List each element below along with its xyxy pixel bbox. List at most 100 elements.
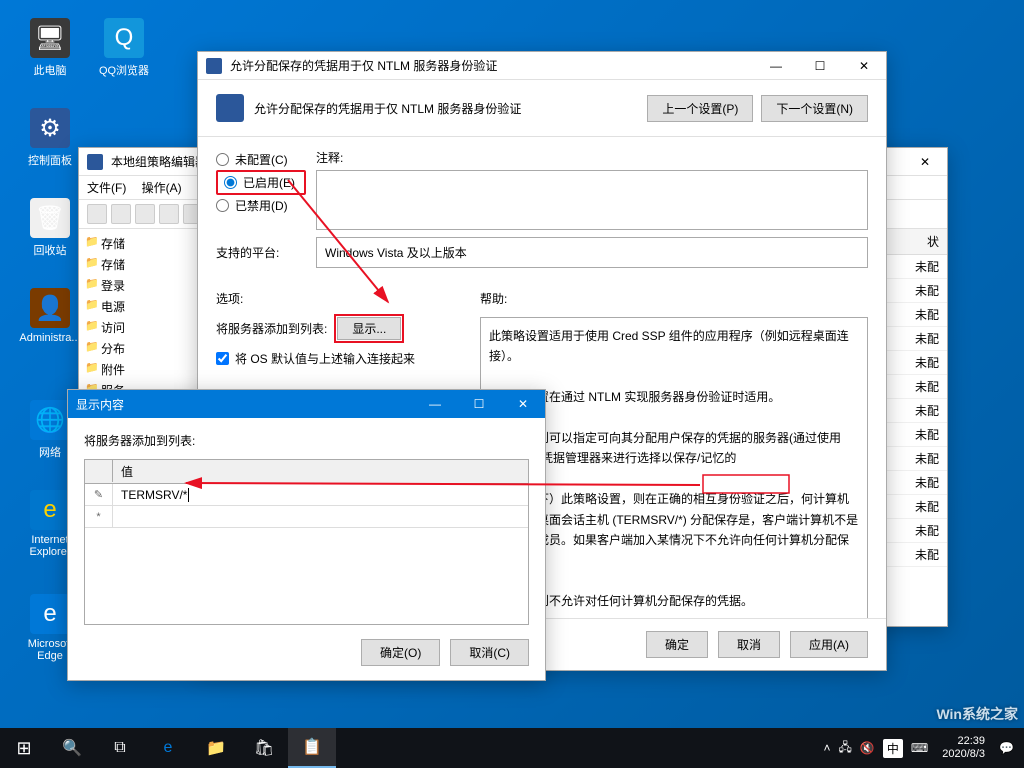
radio-label: 已禁用(D) (235, 197, 288, 214)
note-label: 注释: (316, 149, 868, 166)
gpedit-icon (87, 154, 103, 170)
desktop-icon-qq[interactable]: Q QQ浏览器 (88, 18, 160, 78)
policy-header: 允许分配保存的凭据用于仅 NTLM 服务器身份验证 上一个设置(P) 下一个设置… (198, 80, 886, 137)
panel-icon: ⚙ (30, 108, 70, 148)
radio-unconfigured[interactable]: 未配置(C) (216, 149, 306, 170)
tree-item[interactable]: 存储 (83, 254, 194, 275)
search-button[interactable]: 🔍 (48, 728, 96, 768)
close-button[interactable]: ✕ (501, 390, 545, 418)
clock-date: 2020/8/3 (942, 748, 985, 761)
apply-button[interactable]: 应用(A) (790, 631, 868, 658)
tree-item[interactable]: 电源 (83, 296, 194, 317)
maximize-button[interactable]: ☐ (798, 52, 842, 80)
clock[interactable]: 22:39 2020/8/3 (936, 735, 991, 761)
grid-cell[interactable] (113, 506, 528, 527)
tree-item[interactable]: 存储 (83, 233, 194, 254)
tree-item[interactable]: 分布 (83, 338, 194, 359)
col-header: 值 (113, 460, 528, 483)
value-grid[interactable]: 值 ✎ TERMSRV/* * (84, 459, 529, 625)
clock-time: 22:39 (942, 735, 985, 748)
desktop-icon-panel[interactable]: ⚙ 控制面板 (14, 108, 86, 168)
cancel-button[interactable]: 取消(C) (450, 639, 529, 666)
ie-icon: e (30, 490, 70, 530)
os-default-checkbox[interactable]: 将 OS 默认值与上述输入连接起来 (216, 350, 466, 367)
prev-setting-button[interactable]: 上一个设置(P) (647, 95, 753, 122)
row-marker-icon: * (85, 506, 113, 527)
show-contents-dialog: 显示内容 — ☐ ✕ 将服务器添加到列表: 值 ✎ TERMSRV/* * 确定… (67, 389, 546, 681)
gpedit-taskbar-icon[interactable]: 📋 (288, 728, 336, 768)
qq-icon: Q (104, 18, 144, 58)
close-button[interactable]: ✕ (903, 148, 947, 176)
note-section: 注释: (316, 149, 868, 233)
desktop-icon-trash[interactable]: 🗑 回收站 (14, 198, 86, 258)
radio-group: 未配置(C) 已启用(E) 已禁用(D) (216, 149, 306, 216)
add-server-label: 将服务器添加到列表: (216, 320, 327, 337)
taskview-button[interactable]: ⧉ (96, 728, 144, 768)
show-button[interactable]: 显示... (337, 317, 401, 340)
volume-tray-icon[interactable]: 🔇 (860, 741, 875, 755)
system-tray[interactable]: ˄ 🖧 🔇 中 ⌨ 22:39 2020/8/3 💬 (814, 735, 1024, 761)
tree-item[interactable]: 附件 (83, 359, 194, 380)
note-textarea[interactable] (316, 170, 868, 230)
keyboard-tray-icon[interactable]: ⌨ (911, 741, 928, 755)
desktop-icon-user[interactable]: 👤 Administra... (14, 288, 86, 344)
network-tray-icon[interactable]: 🖧 (839, 738, 852, 759)
icon-label: Administra... (14, 332, 86, 344)
store-taskbar-icon[interactable]: 🛍 (240, 728, 288, 768)
pc-icon: 🖥 (30, 18, 70, 58)
tb-refresh-icon[interactable] (159, 204, 179, 224)
cancel-button[interactable]: 取消 (718, 631, 780, 658)
icon-label: 回收站 (14, 242, 86, 258)
next-setting-button[interactable]: 下一个设置(N) (761, 95, 868, 122)
help-label: 帮助: (480, 290, 868, 307)
edge-icon: e (30, 594, 70, 634)
ok-button[interactable]: 确定(O) (361, 639, 440, 666)
policy-subtitle: 允许分配保存的凭据用于仅 NTLM 服务器身份验证 (254, 100, 639, 117)
start-button[interactable]: ⊞ (0, 728, 48, 768)
tb-back-icon[interactable] (87, 204, 107, 224)
icon-label: 控制面板 (14, 152, 86, 168)
radio-enabled[interactable]: 已启用(E) (216, 170, 306, 195)
tb-up-icon[interactable] (135, 204, 155, 224)
notification-tray-icon[interactable]: 💬 (999, 741, 1014, 755)
grid-cell[interactable]: TERMSRV/* (113, 484, 528, 505)
show-titlebar[interactable]: 显示内容 — ☐ ✕ (68, 390, 545, 418)
icon-label: 此电脑 (14, 62, 86, 78)
icon-label: QQ浏览器 (88, 62, 160, 78)
explorer-taskbar-icon[interactable]: 📁 (192, 728, 240, 768)
grid-row-new[interactable]: * (85, 506, 528, 528)
radio-disabled[interactable]: 已禁用(D) (216, 195, 306, 216)
options-label: 选项: (216, 290, 466, 307)
taskbar: ⊞ 🔍 ⧉ e 📁 🛍 📋 ˄ 🖧 🔇 中 ⌨ 22:39 2020/8/3 💬 (0, 728, 1024, 768)
ok-button[interactable]: 确定 (646, 631, 708, 658)
trash-icon: 🗑 (30, 198, 70, 238)
row-marker-icon: ✎ (85, 484, 113, 505)
edge-taskbar-icon[interactable]: e (144, 728, 192, 768)
add-server-label: 将服务器添加到列表: (84, 432, 529, 449)
maximize-button[interactable]: ☐ (457, 390, 501, 418)
watermark: Win系统之家 (936, 704, 1018, 724)
policy-titlebar[interactable]: 允许分配保存的凭据用于仅 NTLM 服务器身份验证 — ☐ ✕ (198, 52, 886, 80)
tree-item[interactable]: 登录 (83, 275, 194, 296)
menu-action[interactable]: 操作(A) (142, 181, 182, 195)
minimize-button[interactable]: — (754, 52, 798, 80)
checkbox-label: 将 OS 默认值与上述输入连接起来 (235, 350, 415, 367)
minimize-button[interactable]: — (413, 390, 457, 418)
grid-row[interactable]: ✎ TERMSRV/* (85, 484, 528, 506)
platform-label: 支持的平台: (216, 244, 306, 261)
network-icon: 🌐 (30, 400, 70, 440)
user-icon: 👤 (30, 288, 70, 328)
ime-indicator[interactable]: 中 (883, 739, 903, 758)
policy-header-icon (216, 94, 244, 122)
policy-title: 允许分配保存的凭据用于仅 NTLM 服务器身份验证 (230, 57, 754, 74)
radio-label: 已启用(E) (243, 174, 295, 191)
menu-file[interactable]: 文件(F) (87, 181, 126, 195)
policy-icon (206, 58, 222, 74)
tb-fwd-icon[interactable] (111, 204, 131, 224)
close-button[interactable]: ✕ (842, 52, 886, 80)
tree-item[interactable]: 访问 (83, 317, 194, 338)
radio-label: 未配置(C) (235, 151, 288, 168)
tray-chevron-icon[interactable]: ˄ (824, 741, 831, 755)
desktop-icon-pc[interactable]: 🖥 此电脑 (14, 18, 86, 78)
grid-header: 值 (85, 460, 528, 484)
